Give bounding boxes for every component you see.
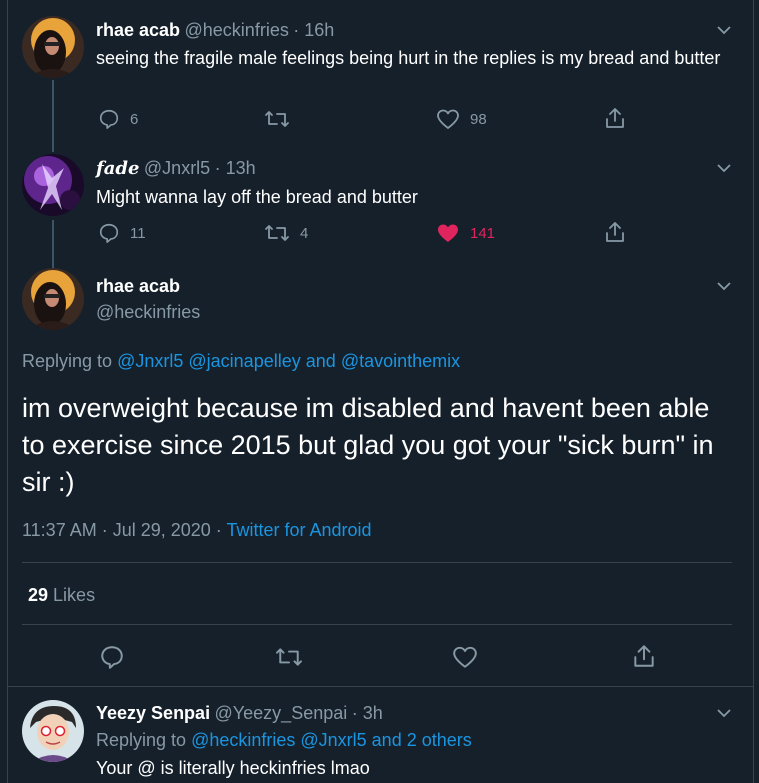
- avatar[interactable]: [22, 268, 84, 330]
- avatar[interactable]: [22, 700, 84, 762]
- retweet-button[interactable]: 4: [264, 222, 308, 244]
- display-name[interactable]: rhae acab: [96, 276, 180, 297]
- divider: [7, 686, 753, 687]
- thread-line: [52, 220, 54, 270]
- retweet-icon: [265, 225, 289, 241]
- like-count: 98: [470, 110, 487, 128]
- avatar[interactable]: [22, 154, 84, 216]
- replying-to: Replying to @heckinfries @Jnxrl5 and 2 o…: [96, 730, 472, 751]
- like-count: 141: [470, 224, 496, 242]
- tweet-text: seeing the fragile male feelings being h…: [96, 48, 721, 68]
- user-handle[interactable]: @Jnxrl5: [144, 158, 210, 178]
- likes-stat[interactable]: 29 Likes: [28, 585, 95, 606]
- reply-button[interactable]: 11: [98, 222, 146, 244]
- share-button[interactable]: [604, 220, 636, 244]
- reply-icon: [99, 109, 119, 129]
- tweet-time[interactable]: · 13h: [215, 158, 256, 178]
- display-name[interactable]: Yeezy Senpai: [96, 703, 210, 723]
- heart-filled-icon: [438, 224, 458, 242]
- mention-link[interactable]: @tavointhemix: [341, 351, 460, 371]
- mention-link[interactable]: @heckinfries @Jnxrl5 and 2 others: [191, 730, 472, 750]
- mention-link[interactable]: @jacinapelley: [188, 351, 300, 371]
- user-handle[interactable]: @heckinfries: [96, 302, 200, 323]
- like-button[interactable]: 141: [436, 222, 495, 244]
- reply-icon: [99, 223, 119, 243]
- replying-and: and: [305, 351, 336, 371]
- divider: [22, 624, 732, 625]
- retweet-count: 4: [300, 224, 309, 242]
- tweet-header: rhae acab @heckinfries · 16h: [96, 20, 334, 41]
- heart-icon[interactable]: [452, 645, 478, 669]
- tweet-meta: 11:37 AM · Jul 29, 2020 · Twitter for An…: [22, 520, 372, 541]
- chevron-down-icon[interactable]: [716, 22, 732, 38]
- display-name[interactable]: rhae acab: [96, 20, 180, 40]
- replying-to: Replying to @Jnxrl5 @jacinapelley and @t…: [22, 351, 460, 372]
- thread-line: [52, 80, 54, 152]
- tweet-text: im overweight because im disabled and ha…: [22, 393, 714, 497]
- divider: [22, 562, 732, 563]
- avatar[interactable]: [22, 16, 84, 78]
- reply-count: 11: [130, 224, 146, 242]
- reply-count: 6: [130, 110, 139, 128]
- heart-icon: [437, 109, 459, 129]
- replying-prefix: Replying to: [22, 351, 113, 371]
- share-button[interactable]: [604, 106, 636, 130]
- tweet-text: Might wanna lay off the bread and butter: [96, 187, 418, 207]
- tweet-source[interactable]: Twitter for Android: [226, 520, 371, 540]
- display-name[interactable]: fade: [96, 158, 139, 179]
- retweet-icon[interactable]: [274, 645, 304, 669]
- user-handle[interactable]: @heckinfries: [185, 20, 289, 40]
- mention-link[interactable]: @Jnxrl5: [117, 351, 183, 371]
- share-icon[interactable]: [632, 643, 656, 669]
- tweet-time[interactable]: · 16h: [293, 20, 334, 40]
- chevron-down-icon[interactable]: [716, 705, 732, 721]
- user-handle[interactable]: @Yeezy_Senpai: [215, 703, 348, 723]
- likes-label: Likes: [53, 585, 96, 605]
- likes-count: 29: [28, 585, 49, 605]
- share-icon: [606, 222, 624, 242]
- retweet-icon: [265, 111, 289, 127]
- tweet-header: fade @Jnxrl5 · 13h: [96, 158, 256, 179]
- reply-icon[interactable]: [99, 644, 125, 670]
- tweet-header: Yeezy Senpai @Yeezy_Senpai · 3h: [96, 703, 383, 724]
- replying-prefix: Replying to: [96, 730, 187, 750]
- like-button[interactable]: 98: [436, 108, 487, 130]
- tweet-text: Your @ is literally heckinfries lmao: [96, 758, 370, 778]
- chevron-down-icon[interactable]: [716, 160, 732, 176]
- tweet-timestamp[interactable]: 11:37 AM · Jul 29, 2020 ·: [22, 520, 222, 540]
- reply-button[interactable]: 6: [98, 108, 138, 130]
- share-icon: [606, 108, 624, 128]
- retweet-button[interactable]: [264, 108, 300, 130]
- chevron-down-icon[interactable]: [716, 278, 732, 294]
- tweet-time[interactable]: · 3h: [352, 703, 383, 723]
